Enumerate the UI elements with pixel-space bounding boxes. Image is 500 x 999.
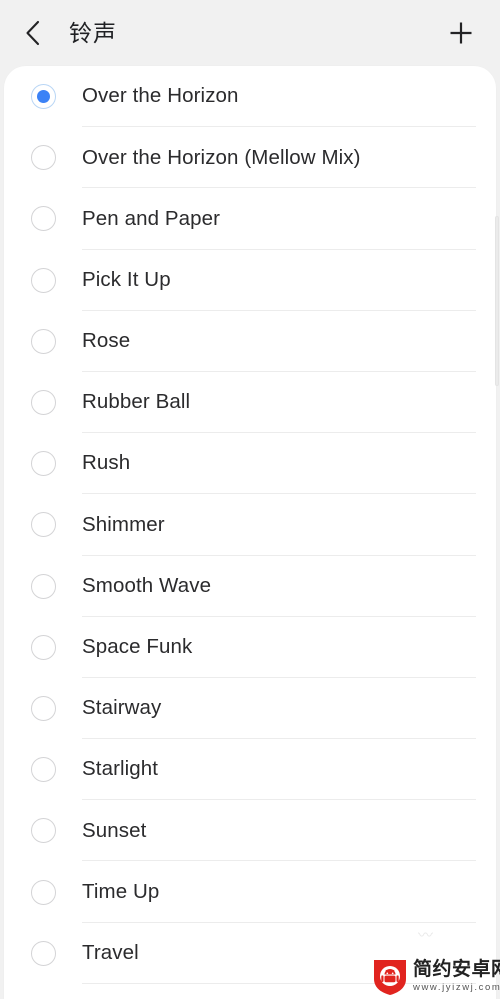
ringtone-row[interactable]: Starlight <box>4 739 496 801</box>
radio-button[interactable] <box>30 451 56 477</box>
ringtone-label: Rubber Ball <box>82 390 191 414</box>
ringtone-label: Pen and Paper <box>82 206 221 230</box>
radio-wrapper[interactable] <box>4 390 82 416</box>
radio-wrapper[interactable] <box>4 879 82 905</box>
ringtone-label: Travel <box>82 940 139 964</box>
ringtone-label: Stairway <box>82 696 162 720</box>
radio-wrapper[interactable] <box>4 206 82 232</box>
ringtone-row[interactable]: Sunset <box>4 800 496 862</box>
ringtone-row[interactable]: Smooth Wave <box>4 556 496 617</box>
radio-wrapper[interactable] <box>4 757 82 783</box>
row-separator <box>82 982 476 984</box>
ringtone-label: Smooth Wave <box>82 573 212 597</box>
radio-button[interactable] <box>30 757 56 783</box>
radio-button[interactable] <box>30 390 56 416</box>
vertical-scrollbar[interactable] <box>495 216 499 386</box>
add-ringtone-button[interactable] <box>444 16 478 50</box>
back-button[interactable] <box>24 17 50 49</box>
ringtone-list: Over the Horizon Over the Horizon (Mellow… <box>4 66 496 984</box>
app-header: 铃声 <box>0 0 500 66</box>
radio-wrapper[interactable] <box>4 695 82 721</box>
radio-button[interactable] <box>30 818 56 844</box>
plus-icon <box>447 19 475 47</box>
radio-button[interactable] <box>30 879 56 905</box>
ringtone-label: Sunset <box>82 818 147 842</box>
ringtone-label: Rush <box>82 451 131 475</box>
radio-wrapper[interactable] <box>4 328 82 354</box>
radio-button[interactable] <box>30 328 56 354</box>
ringtone-row[interactable]: Rubber Ball <box>4 372 496 434</box>
ringtone-row[interactable]: Shimmer <box>4 494 496 556</box>
radio-wrapper[interactable] <box>4 451 82 477</box>
ringtone-row[interactable]: Pen and Paper <box>4 188 496 250</box>
radio-wrapper[interactable] <box>4 818 82 844</box>
ringtone-label: Time Up <box>82 879 160 903</box>
radio-button[interactable] <box>30 940 56 966</box>
radio-wrapper[interactable] <box>4 84 82 110</box>
ringtone-label: Rose <box>82 329 131 353</box>
radio-button[interactable] <box>30 145 56 171</box>
radio-wrapper[interactable] <box>4 940 82 966</box>
ringtone-label: Space Funk <box>82 635 193 659</box>
radio-button[interactable] <box>30 634 56 660</box>
radio-button[interactable] <box>30 512 56 538</box>
radio-button[interactable] <box>30 267 56 293</box>
ringtone-row[interactable]: Pick It Up <box>4 250 496 311</box>
ringtone-label: Over the Horizon (Mellow Mix) <box>82 145 361 169</box>
radio-wrapper[interactable] <box>4 267 82 293</box>
ringtone-row[interactable]: Travel <box>4 923 496 984</box>
ringtone-row[interactable]: Space Funk <box>4 617 496 678</box>
radio-button[interactable] <box>30 695 56 721</box>
radio-button-selected[interactable] <box>30 84 56 110</box>
ringtone-card: Over the Horizon Over the Horizon (Mellow… <box>4 66 496 999</box>
ringtone-row[interactable]: Over the Horizon <box>4 66 496 128</box>
ringtone-row[interactable]: Stairway <box>4 678 496 740</box>
chevron-left-icon <box>24 19 41 47</box>
ringtone-row[interactable]: Time Up <box>4 861 496 923</box>
radio-wrapper[interactable] <box>4 512 82 538</box>
ringtone-label: Starlight <box>82 757 159 781</box>
ringtone-label: Shimmer <box>82 512 165 536</box>
radio-wrapper[interactable] <box>4 145 82 171</box>
radio-wrapper[interactable] <box>4 634 82 660</box>
ringtone-row[interactable]: Rush <box>4 433 496 495</box>
ringtone-row[interactable]: Over the Horizon (Mellow Mix) <box>4 127 496 189</box>
ringtone-label: Over the Horizon <box>82 84 239 108</box>
radio-button[interactable] <box>30 573 56 599</box>
radio-wrapper[interactable] <box>4 573 82 599</box>
ringtone-row[interactable]: Rose <box>4 311 496 372</box>
radio-dot-icon <box>36 90 50 104</box>
page-title: 铃声 <box>69 19 117 46</box>
radio-button[interactable] <box>30 206 56 232</box>
ringtone-picker-screen: 铃声 Over the Horizon Over the Horizon (Mel… <box>0 0 500 999</box>
ringtone-label: Pick It Up <box>82 267 171 291</box>
